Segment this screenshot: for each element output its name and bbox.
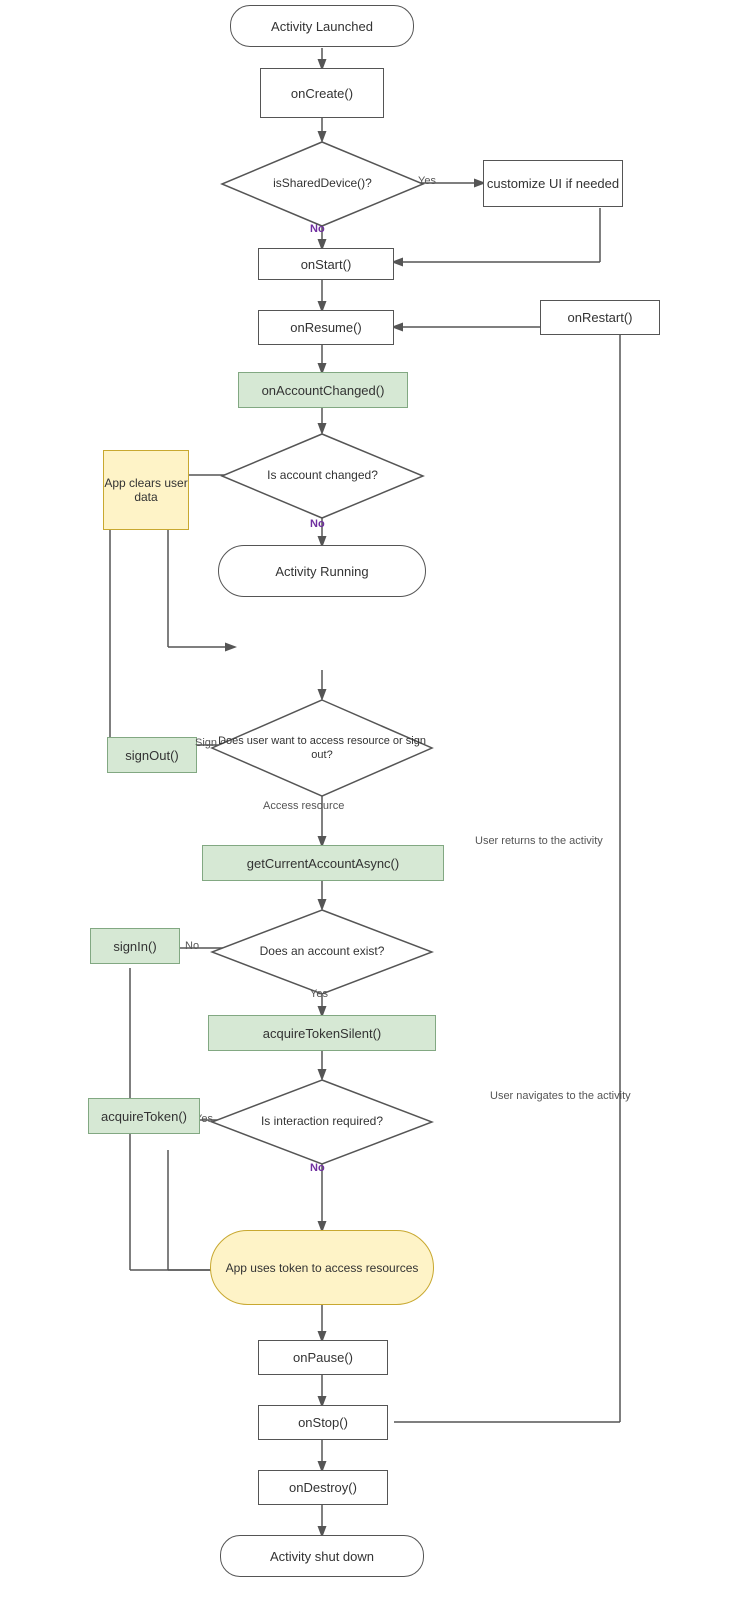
is-shared-device-yes-label: Yes: [418, 175, 436, 187]
app-uses-token-node: App uses token to access resources: [210, 1230, 434, 1305]
is-interaction-required-label: Is interaction required?: [261, 1114, 383, 1130]
on-account-changed-label: onAccountChanged(): [262, 383, 385, 398]
is-interaction-required-no-label: No: [310, 1162, 325, 1174]
get-current-account-label: getCurrentAccountAsync(): [247, 856, 399, 871]
is-shared-device-label: isSharedDevice()?: [273, 176, 372, 192]
access-resource-label: Access resource: [263, 800, 344, 812]
is-account-changed-label: Is account changed?: [267, 468, 378, 484]
on-start-node: onStart(): [258, 248, 394, 280]
app-clears-user-data-label: App clears user data: [104, 476, 188, 504]
does-user-want-node: Does user want to access resource or sig…: [210, 698, 434, 798]
customize-ui-label: customize UI if needed: [487, 176, 619, 191]
on-resume-node: onResume(): [258, 310, 394, 345]
is-shared-device-no-label: No: [310, 223, 325, 235]
acquire-token-silent-label: acquireTokenSilent(): [263, 1026, 382, 1041]
sign-in-label: signIn(): [113, 939, 156, 954]
on-create-label: onCreate(): [291, 86, 353, 101]
activity-launched-label: Activity Launched: [271, 19, 373, 34]
activity-running-label: Activity Running: [275, 564, 368, 579]
does-account-exist-yes-label: Yes: [310, 988, 328, 1000]
sign-out-node: signOut(): [107, 737, 197, 773]
is-account-changed-no-label: No: [310, 518, 325, 530]
flowchart: Activity Launched onCreate() isSharedDev…: [0, 0, 740, 1615]
is-shared-device-node: isSharedDevice()?: [220, 140, 425, 228]
does-account-exist-label: Does an account exist?: [260, 944, 385, 960]
on-destroy-label: onDestroy(): [289, 1480, 357, 1495]
does-account-exist-node: Does an account exist?: [210, 908, 434, 996]
on-create-node: onCreate(): [260, 68, 384, 118]
on-restart-label: onRestart(): [567, 310, 632, 325]
on-start-label: onStart(): [301, 257, 352, 272]
customize-ui-node: customize UI if needed: [483, 160, 623, 207]
sign-out-label: signOut(): [125, 748, 178, 763]
app-uses-token-label: App uses token to access resources: [226, 1261, 419, 1275]
on-destroy-node: onDestroy(): [258, 1470, 388, 1505]
activity-launched-node: Activity Launched: [230, 5, 414, 47]
does-account-exist-no-label: No: [185, 940, 199, 952]
on-resume-label: onResume(): [290, 320, 362, 335]
acquire-token-label: acquireToken(): [101, 1109, 187, 1124]
app-clears-user-data-node: App clears user data: [103, 450, 189, 530]
is-interaction-required-node: Is interaction required?: [210, 1078, 434, 1166]
acquire-token-silent-node: acquireTokenSilent(): [208, 1015, 436, 1051]
on-restart-node: onRestart(): [540, 300, 660, 335]
on-pause-node: onPause(): [258, 1340, 388, 1375]
activity-shutdown-label: Activity shut down: [270, 1549, 374, 1564]
on-stop-node: onStop(): [258, 1405, 388, 1440]
does-user-want-label: Does user want to access resource or sig…: [210, 734, 434, 763]
on-pause-label: onPause(): [293, 1350, 353, 1365]
user-navigates-label: User navigates to the activity: [490, 1090, 631, 1102]
user-returns-label: User returns to the activity: [475, 835, 603, 847]
on-account-changed-node: onAccountChanged(): [238, 372, 408, 408]
sign-in-node: signIn(): [90, 928, 180, 964]
acquire-token-node: acquireToken(): [88, 1098, 200, 1134]
on-stop-label: onStop(): [298, 1415, 348, 1430]
get-current-account-node: getCurrentAccountAsync(): [202, 845, 444, 881]
activity-running-node: Activity Running: [218, 545, 426, 597]
is-account-changed-node: Is account changed?: [220, 432, 425, 520]
activity-shutdown-node: Activity shut down: [220, 1535, 424, 1577]
